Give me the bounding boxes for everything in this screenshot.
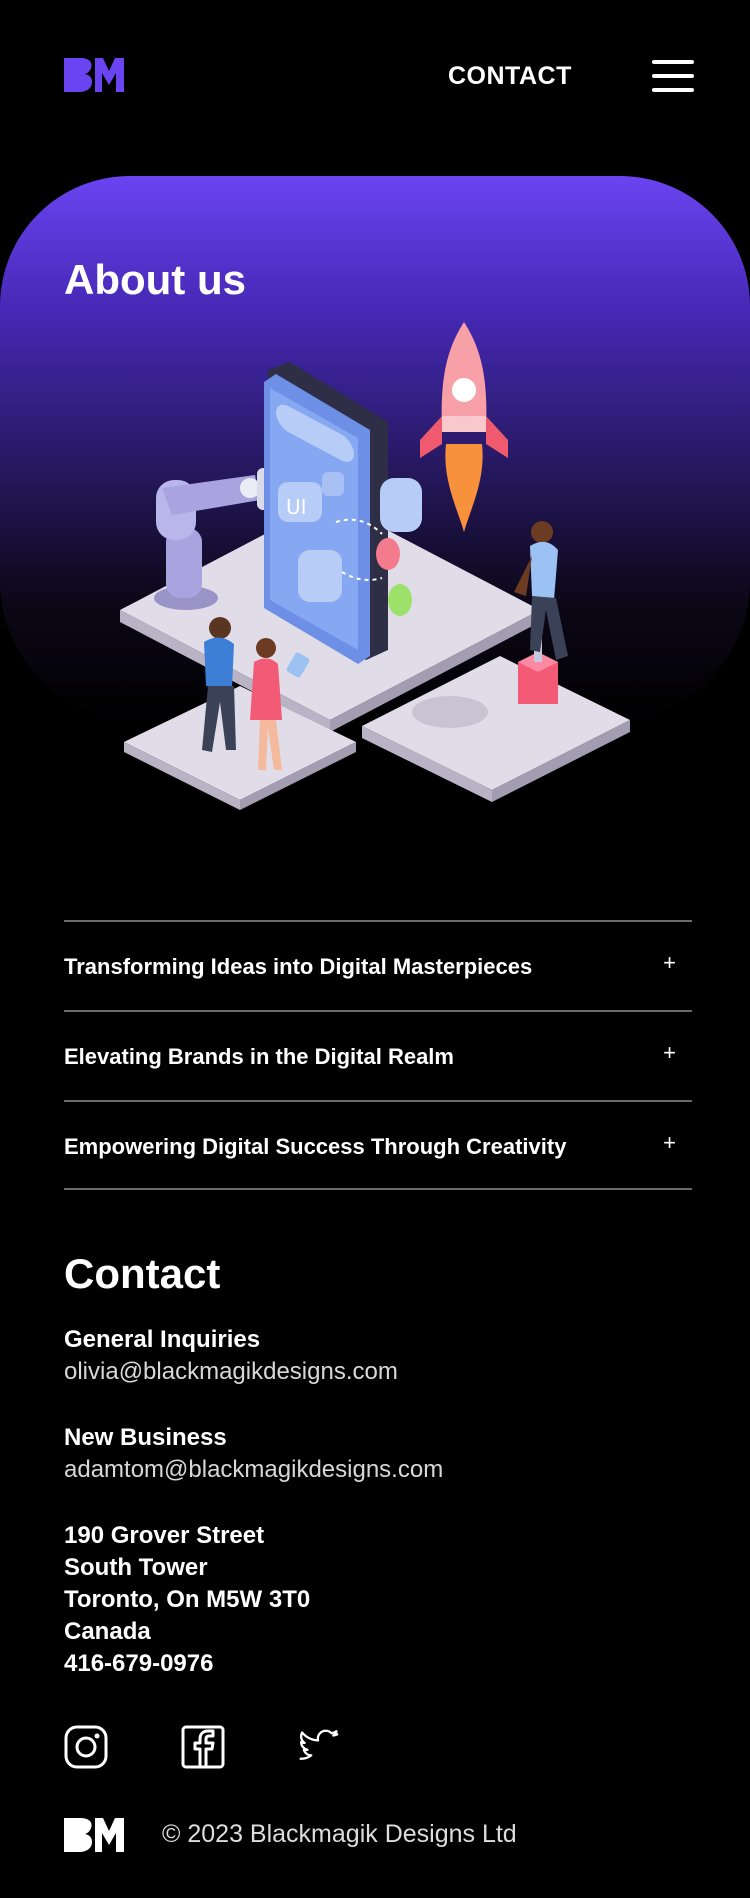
twitter-icon[interactable] bbox=[298, 1725, 342, 1769]
about-title: About us bbox=[64, 256, 246, 303]
new-business-label: New Business bbox=[64, 1424, 227, 1451]
accordion-item-label: Transforming Ideas into Digital Masterpi… bbox=[64, 954, 533, 979]
address-tower: South Tower bbox=[64, 1554, 208, 1581]
services-accordion: Transforming Ideas into Digital Masterpi… bbox=[64, 920, 692, 1190]
accordion-item[interactable]: Elevating Brands in the Digital Realm + bbox=[64, 1010, 692, 1100]
accordion-item[interactable]: Empowering Digital Success Through Creat… bbox=[64, 1100, 692, 1190]
nav-contact-link[interactable]: CONTACT bbox=[448, 62, 572, 91]
accordion-item[interactable]: Transforming Ideas into Digital Masterpi… bbox=[64, 920, 692, 1010]
business-email-link[interactable]: adamtom@blackmagikdesigns.com bbox=[64, 1456, 443, 1484]
plus-icon[interactable]: + bbox=[663, 1130, 676, 1156]
address-country: Canada bbox=[64, 1618, 151, 1645]
copyright-text: © 2023 Blackmagik Designs Ltd bbox=[162, 1820, 517, 1848]
accordion-item-label: Elevating Brands in the Digital Realm bbox=[64, 1044, 454, 1069]
accordion-item-label: Empowering Digital Success Through Creat… bbox=[64, 1134, 567, 1159]
site-header: CONTACT bbox=[0, 0, 750, 150]
general-inquiries-label: General Inquiries bbox=[64, 1326, 261, 1353]
facebook-icon[interactable] bbox=[181, 1725, 225, 1769]
footer-bm-logo[interactable] bbox=[64, 1818, 124, 1857]
hamburger-menu-icon[interactable] bbox=[652, 60, 694, 92]
address-street: 190 Grover Street bbox=[64, 1522, 265, 1549]
address-city: Toronto, On M5W 3T0 bbox=[64, 1586, 311, 1613]
plus-icon[interactable]: + bbox=[663, 1040, 676, 1066]
bm-logo[interactable] bbox=[64, 58, 124, 97]
general-email-link[interactable]: olivia@blackmagikdesigns.com bbox=[64, 1358, 398, 1386]
ui-badge: UI bbox=[286, 495, 307, 519]
contact-title: Contact bbox=[64, 1250, 221, 1297]
phone-number[interactable]: 416-679-0976 bbox=[64, 1648, 310, 1680]
instagram-icon[interactable] bbox=[64, 1725, 108, 1769]
isometric-illustration: UI bbox=[100, 310, 640, 835]
plus-icon[interactable]: + bbox=[663, 950, 676, 976]
address-block: 190 Grover Street South Tower Toronto, O… bbox=[64, 1520, 310, 1680]
